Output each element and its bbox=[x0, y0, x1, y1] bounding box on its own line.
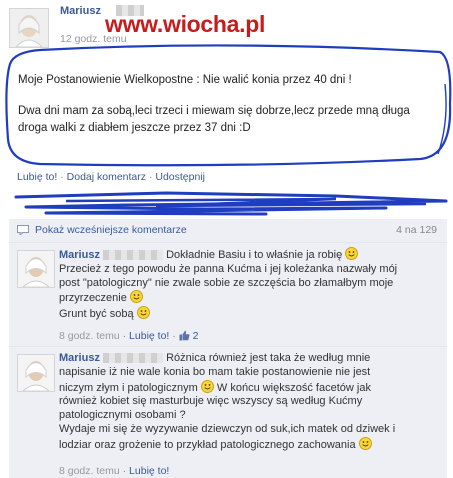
comment-line: Wydaje mi się że wyzywanie dziewczyn od … bbox=[59, 422, 396, 435]
censored-surname bbox=[103, 353, 164, 364]
censor-scribble bbox=[14, 191, 448, 216]
comment-line: przyrzeczenie bbox=[59, 292, 127, 305]
comment-line: Dokładnie Basiu i to właśnie ja robię bbox=[166, 249, 343, 261]
add-comment-link[interactable]: Dodaj komentarz bbox=[67, 171, 146, 183]
comment-line: post "patologiczny" nie zwale sobie ze s… bbox=[59, 276, 394, 289]
smiley-icon bbox=[200, 379, 214, 393]
comment-like-count[interactable]: 2 bbox=[193, 330, 199, 342]
comment-line: Grunt być sobą bbox=[59, 308, 134, 321]
smiley-icon bbox=[358, 436, 372, 450]
show-previous-comments-row[interactable]: Pokaż wcześniejsze komentarze 4 na 129 bbox=[9, 219, 447, 243]
comment-line: również kobiet się masturbuje więc wszys… bbox=[59, 395, 363, 408]
separator: · bbox=[122, 465, 127, 477]
comment-line: Różnica również jest taka że według mnie bbox=[166, 352, 371, 364]
separator: · bbox=[122, 330, 127, 342]
comment-item: Mariusz Dokładnie Basiu i to właśnie ja … bbox=[9, 243, 447, 347]
comment-like-link[interactable]: Lubię to! bbox=[129, 330, 169, 342]
post-paragraph: Dwa dni mam za sobą,leci trzeci i miewam… bbox=[18, 105, 410, 134]
separator: · bbox=[60, 171, 64, 183]
show-previous-comments-link[interactable]: Pokaż wcześniejsze komentarze bbox=[35, 224, 187, 236]
comment-author-name[interactable]: Mariusz bbox=[59, 249, 100, 261]
comment-text: Mariusz Dokładnie Basiu i to właśnie ja … bbox=[59, 247, 409, 322]
comment-author-name[interactable]: Mariusz bbox=[59, 352, 100, 364]
comment-like-link[interactable]: Lubię to! bbox=[129, 465, 169, 477]
site-watermark: www.wiocha.pl bbox=[105, 11, 266, 37]
separator: · bbox=[148, 171, 153, 183]
comment-line: lodziar oraz grożenie to przykład patolo… bbox=[59, 438, 356, 451]
like-link[interactable]: Lubię to! bbox=[17, 171, 57, 183]
comments-count: 4 na 129 bbox=[396, 224, 437, 236]
comment-timestamp[interactable]: 8 godz. temu bbox=[59, 330, 120, 342]
comment-text: Mariusz Różnica również jest taka że wed… bbox=[59, 352, 409, 453]
comment-line: W końcu większość facetów jak bbox=[216, 381, 371, 394]
post-paragraph: Moje Postanowienie Wielkopostne : Nie wa… bbox=[18, 74, 352, 86]
smiley-icon bbox=[136, 306, 150, 320]
post-actions: Lubię to! · Dodaj komentarz · Udostępnij bbox=[17, 171, 205, 183]
share-link[interactable]: Udostępnij bbox=[155, 171, 205, 183]
smiley-icon bbox=[345, 247, 359, 260]
comment-bubble-icon bbox=[17, 225, 29, 235]
comment-line: patologicznymi osobami ? bbox=[59, 409, 186, 422]
comment-author-avatar[interactable] bbox=[17, 250, 55, 288]
separator: · bbox=[172, 330, 176, 342]
comment-meta: 8 godz. temu · Lubię to! · 2 bbox=[59, 330, 198, 342]
comment-timestamp[interactable]: 8 godz. temu bbox=[59, 465, 120, 477]
thumbs-up-icon bbox=[179, 330, 190, 341]
comment-line: Przecież z tego powodu że panna Kućma i … bbox=[59, 262, 398, 275]
comment-line: niczym złym i patologicznym bbox=[59, 381, 198, 394]
comment-meta: 8 godz. temu · Lubię to! bbox=[59, 465, 169, 477]
censored-surname bbox=[103, 250, 164, 261]
comment-line: napisanie iż nie wale konia bo mam takie… bbox=[59, 365, 371, 378]
post-author-name[interactable]: Mariusz bbox=[60, 5, 101, 17]
comment-author-avatar[interactable] bbox=[17, 354, 55, 392]
post-author-avatar[interactable] bbox=[9, 8, 49, 48]
post-content: Moje Postanowienie Wielkopostne : Nie wa… bbox=[18, 72, 438, 137]
smiley-icon bbox=[129, 290, 143, 304]
comment-item: Mariusz Różnica również jest taka że wed… bbox=[9, 347, 447, 478]
